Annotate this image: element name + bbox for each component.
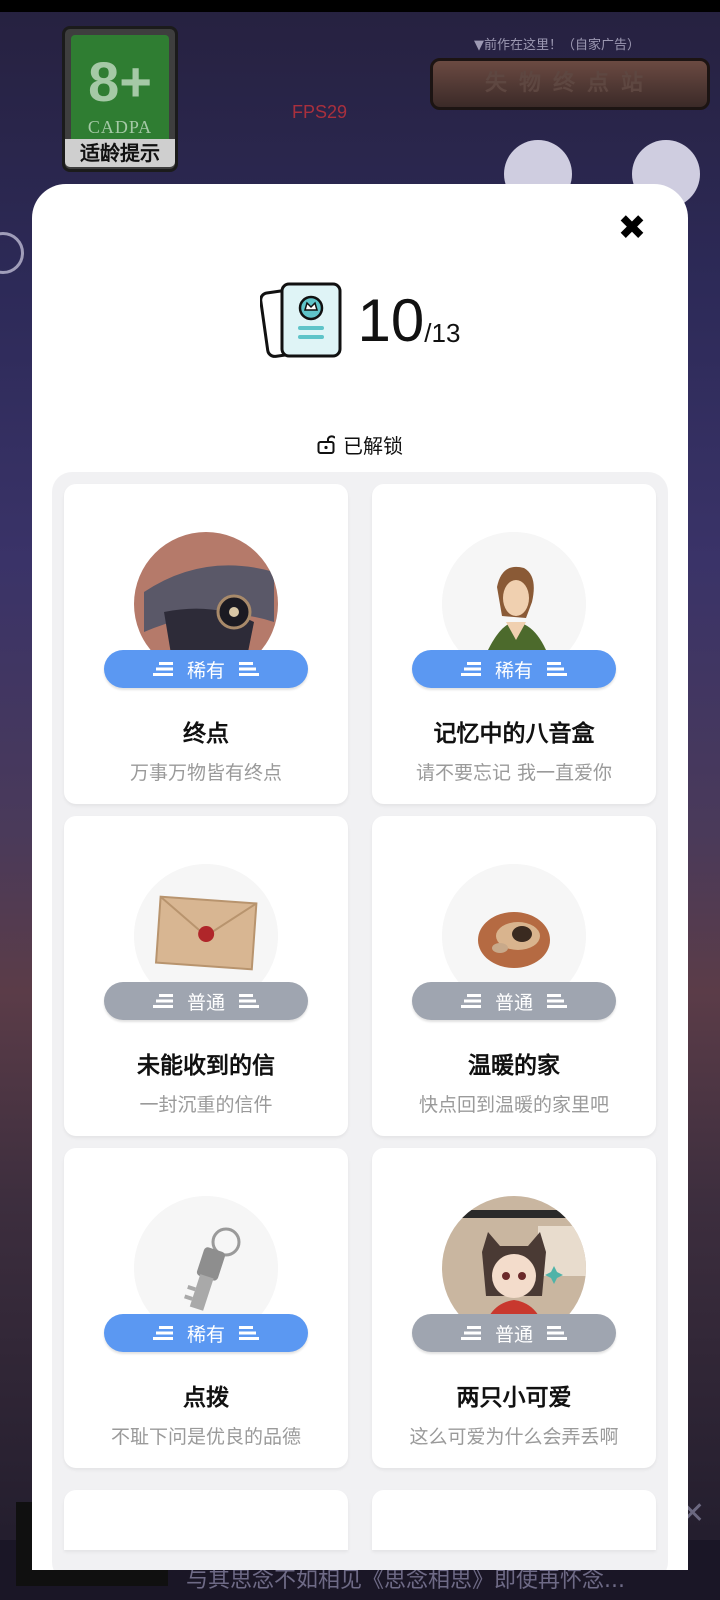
ad-button-label: 失物终点站 [484, 71, 655, 96]
fps-counter: FPS29 [292, 102, 348, 122]
item-desc: 不耻下问是优良的品德 [110, 1426, 301, 1448]
unlocked-filter[interactable]: 已解锁 [32, 430, 688, 458]
item-desc: 万事万物皆有终点 [129, 762, 282, 784]
item-desc: 一封沉重的信件 [139, 1094, 273, 1116]
rarity-label: 普通 [186, 991, 225, 1014]
item-title: 两只小可爱 [456, 1385, 572, 1411]
rarity-badge: 普通 [412, 1314, 616, 1352]
item-title: 点拨 [183, 1385, 229, 1411]
item-title: 终点 [183, 721, 229, 747]
card-collection-icon [259, 282, 342, 358]
age-rating-badge: 8+ CADPA 适龄提示 [62, 26, 178, 172]
collection-modal: ✖ 10 /13 已解锁 稀有 终点 万事万物皆有终点 稀有 记忆中的八音盒 请… [32, 184, 688, 1570]
unlock-icon [317, 435, 335, 454]
age-rating-number: 8+ [88, 50, 152, 113]
rarity-badge: 稀有 [104, 1314, 308, 1352]
item-grid: 稀有 终点 万事万物皆有终点 稀有 记忆中的八音盒 请不要忘记 我一直爱你 普通… [52, 472, 668, 1570]
item-card[interactable] [64, 1490, 348, 1550]
age-rating-label: 适龄提示 [65, 139, 175, 167]
rarity-badge: 普通 [104, 982, 308, 1020]
ad-button[interactable]: 失物终点站 [430, 58, 710, 110]
unlocked-label: 已解锁 [343, 433, 403, 458]
close-button[interactable]: ✖ [614, 210, 650, 246]
rarity-label: 普通 [494, 991, 533, 1014]
collection-counter: 10 /13 [32, 280, 688, 360]
rarity-badge: 普通 [412, 982, 616, 1020]
rarity-label: 稀有 [186, 1323, 225, 1346]
rarity-badge: 稀有 [104, 650, 308, 688]
rarity-badge: 稀有 [412, 650, 616, 688]
item-desc: 快点回到温暖的家里吧 [418, 1094, 609, 1116]
item-desc: 这么可爱为什么会弄丢啊 [409, 1426, 619, 1448]
rarity-label: 普通 [494, 1323, 533, 1346]
item-card[interactable]: 普通 两只小可爱 这么可爱为什么会弄丢啊 [372, 1148, 656, 1468]
item-desc: 请不要忘记 我一直爱你 [415, 762, 613, 784]
rarity-label: 稀有 [494, 659, 533, 682]
item-card[interactable] [372, 1490, 656, 1550]
item-title: 温暖的家 [468, 1053, 560, 1079]
item-title: 记忆中的八音盒 [433, 721, 595, 747]
item-card[interactable]: 普通 未能收到的信 一封沉重的信件 [64, 816, 348, 1136]
close-icon: ✖ [617, 208, 647, 248]
ad-hint: ▼前作在这里！（自家广告） [474, 38, 640, 53]
item-card[interactable]: 普通 温暖的家 快点回到温暖的家里吧 [372, 816, 656, 1136]
item-card[interactable]: 稀有 终点 万事万物皆有终点 [64, 484, 348, 804]
item-card[interactable]: 稀有 点拨 不耻下问是优良的品德 [64, 1148, 348, 1468]
total-count: /13 [424, 317, 461, 348]
collected-count: 10 [357, 286, 425, 354]
age-rating-brand: CADPA [87, 117, 153, 137]
side-ring-icon[interactable] [0, 232, 24, 274]
rarity-label: 稀有 [186, 659, 225, 682]
item-card[interactable]: 稀有 记忆中的八音盒 请不要忘记 我一直爱你 [372, 484, 656, 804]
item-title: 未能收到的信 [137, 1053, 275, 1079]
